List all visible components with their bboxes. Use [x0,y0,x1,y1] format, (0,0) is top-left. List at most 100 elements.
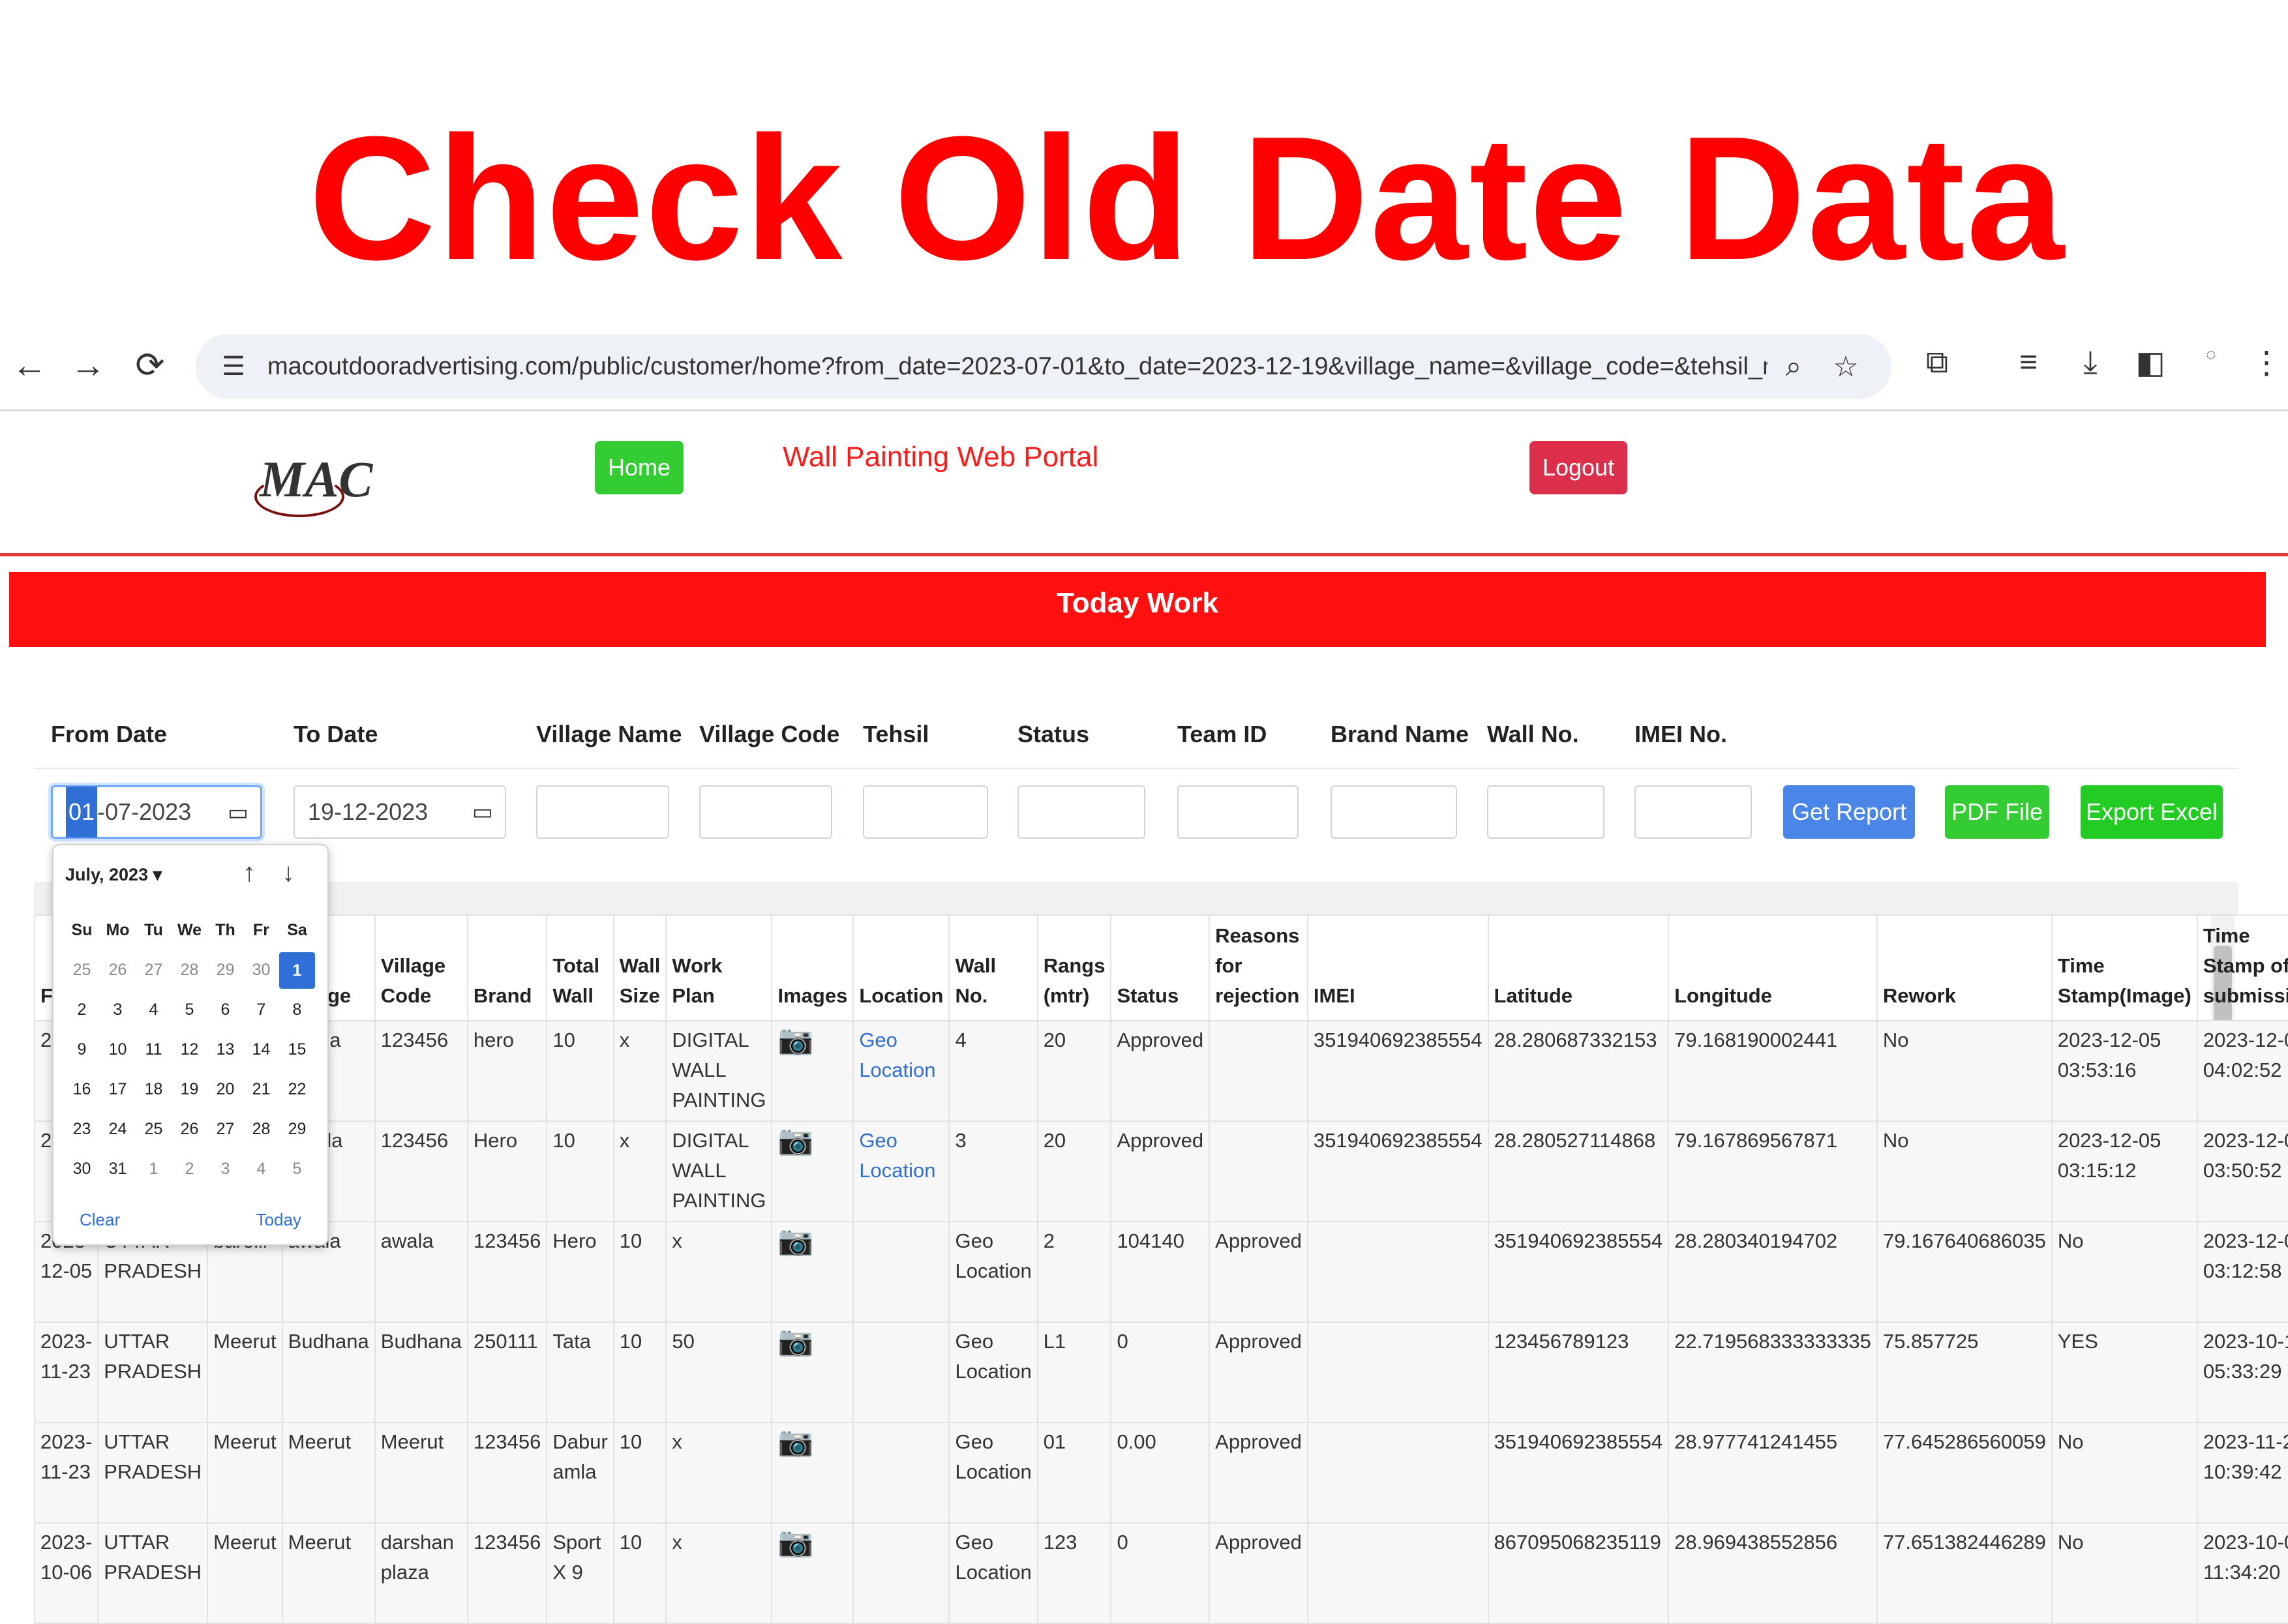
month-selector[interactable]: July, 2023 ▾ [65,865,162,885]
calendar-day[interactable]: 15 [279,1030,315,1070]
tehsil-input[interactable] [863,785,988,839]
table-cell: x [612,1020,667,1122]
calendar-day[interactable]: 6 [207,990,243,1030]
calendar-day[interactable]: 30 [64,1149,100,1189]
table-cell: 10 [612,1221,667,1323]
calendar-icon[interactable]: ▭ [228,787,248,838]
table-cell: Meerut [281,1422,376,1524]
url-text[interactable]: macoutdooradvertising.com/public/custome… [267,353,1768,381]
calendar-day[interactable]: 7 [243,990,279,1030]
camera-icon[interactable]: 📷 [771,1221,854,1323]
calendar-day[interactable]: 3 [207,1149,243,1189]
calendar-day[interactable]: 22 [279,1070,315,1109]
table-cell: 28.280527114868 [1487,1120,1670,1222]
calendar-day[interactable]: 26 [100,950,136,990]
imei-no-input[interactable] [1634,785,1752,839]
profile-avatar-icon[interactable]: ◌ [2188,344,2234,365]
from-date-input[interactable]: 01 -07-2023 ▭ [51,785,262,839]
calendar-day[interactable]: 2 [64,990,100,1030]
calendar-day[interactable]: 14 [243,1030,279,1070]
horizontal-scrollbar[interactable] [34,882,2238,914]
calendar-day[interactable]: 25 [136,1109,172,1149]
brand-name-input[interactable] [1331,785,1457,839]
calendar-day[interactable]: 20 [207,1070,243,1109]
camera-icon[interactable]: 📷 [771,1120,854,1222]
extensions-icon[interactable]: ⧉ [1914,344,1960,381]
calendar-day[interactable]: 27 [136,950,172,990]
geo-location-link[interactable] [852,1321,950,1423]
status-input[interactable] [1017,785,1145,839]
calendar-day[interactable]: 21 [243,1070,279,1109]
geo-location-link[interactable] [852,1221,950,1323]
wall-no-input[interactable] [1487,785,1604,839]
calendar-day[interactable]: 25 [64,950,100,990]
more-menu-icon[interactable]: ⋮ [2244,344,2288,381]
calendar-day[interactable]: 29 [207,950,243,990]
calendar-day[interactable]: 30 [243,950,279,990]
camera-icon[interactable]: 📷 [771,1422,854,1524]
team-id-input[interactable] [1177,785,1299,839]
calendar-day[interactable]: 16 [64,1070,100,1109]
calendar-day[interactable]: 9 [64,1030,100,1070]
table-cell: 2023- 11-23 [33,1422,99,1524]
calendar-day[interactable]: 23 [64,1109,100,1149]
reload-icon[interactable]: ⟳ [124,339,176,391]
previous-month-arrow-icon[interactable]: ↑ [243,858,256,888]
calendar-day[interactable]: 19 [172,1070,207,1109]
next-month-arrow-icon[interactable]: ↓ [282,858,295,888]
village-name-label: Village Name [536,721,682,747]
calendar-day[interactable]: 28 [172,950,207,990]
calendar-day[interactable]: 18 [136,1070,172,1109]
today-button[interactable]: Today [256,1210,301,1230]
export-excel-button[interactable]: Export Excel [2081,785,2223,839]
bookmark-star-icon[interactable]: ☆ [1820,350,1872,383]
village-code-input[interactable] [699,785,832,839]
geo-location-link[interactable] [852,1522,950,1624]
geo-location-link[interactable] [852,1422,950,1524]
media-queue-icon[interactable]: ≡ [2006,344,2051,380]
calendar-day[interactable]: 28 [243,1109,279,1149]
calendar-day[interactable]: 1 [279,952,315,989]
camera-icon[interactable]: 📷 [771,1321,854,1423]
geo-location-link[interactable]: Geo Location [852,1120,950,1222]
calendar-day[interactable]: 5 [279,1149,315,1189]
calendar-day[interactable]: 27 [207,1109,243,1149]
geo-location-link[interactable]: Geo Location [852,1020,950,1122]
camera-icon[interactable]: 📷 [771,1522,854,1624]
table-cell: 77.645286560059 [1876,1422,2053,1524]
calendar-day[interactable]: 31 [100,1149,136,1189]
calendar-icon[interactable]: ▭ [472,787,493,837]
calendar-day[interactable]: 13 [207,1030,243,1070]
download-icon[interactable]: ⤓ [2068,344,2113,381]
to-date-input[interactable]: 19-12-2023 ▭ [294,785,506,839]
calendar-day[interactable]: 12 [172,1030,207,1070]
pdf-file-button[interactable]: PDF File [1945,785,2049,839]
table-cell: 50 [665,1321,773,1423]
calendar-day[interactable]: 4 [243,1149,279,1189]
side-panel-icon[interactable]: ◧ [2128,344,2173,381]
calendar-day[interactable]: 10 [100,1030,136,1070]
calendar-day[interactable]: 2 [172,1149,207,1189]
address-bar[interactable]: ☰ macoutdooradvertising.com/public/custo… [196,334,1891,399]
calendar-day[interactable]: 11 [136,1030,172,1070]
calendar-day[interactable]: 1 [136,1149,172,1189]
calendar-day[interactable]: 17 [100,1070,136,1109]
camera-icon[interactable]: 📷 [771,1020,854,1122]
logout-button[interactable]: Logout [1529,441,1627,494]
calendar-day[interactable]: 29 [279,1109,315,1149]
calendar-day[interactable]: 3 [100,990,136,1030]
calendar-day[interactable]: 8 [279,990,315,1030]
forward-arrow-icon[interactable]: → [62,339,114,391]
clear-button[interactable]: Clear [80,1210,120,1230]
zoom-icon[interactable]: ⌕ [1768,350,1820,383]
calendar-day[interactable]: 4 [136,990,172,1030]
calendar-day[interactable]: 5 [172,990,207,1030]
calendar-day[interactable]: 26 [172,1109,207,1149]
village-name-input[interactable] [536,785,669,839]
home-button[interactable]: Home [595,441,684,494]
column-header: Longitude [1668,914,1878,1021]
site-settings-icon[interactable]: ☰ [214,352,253,382]
back-arrow-icon[interactable]: ← [3,339,55,391]
get-report-button[interactable]: Get Report [1783,785,1915,839]
calendar-day[interactable]: 24 [100,1109,136,1149]
